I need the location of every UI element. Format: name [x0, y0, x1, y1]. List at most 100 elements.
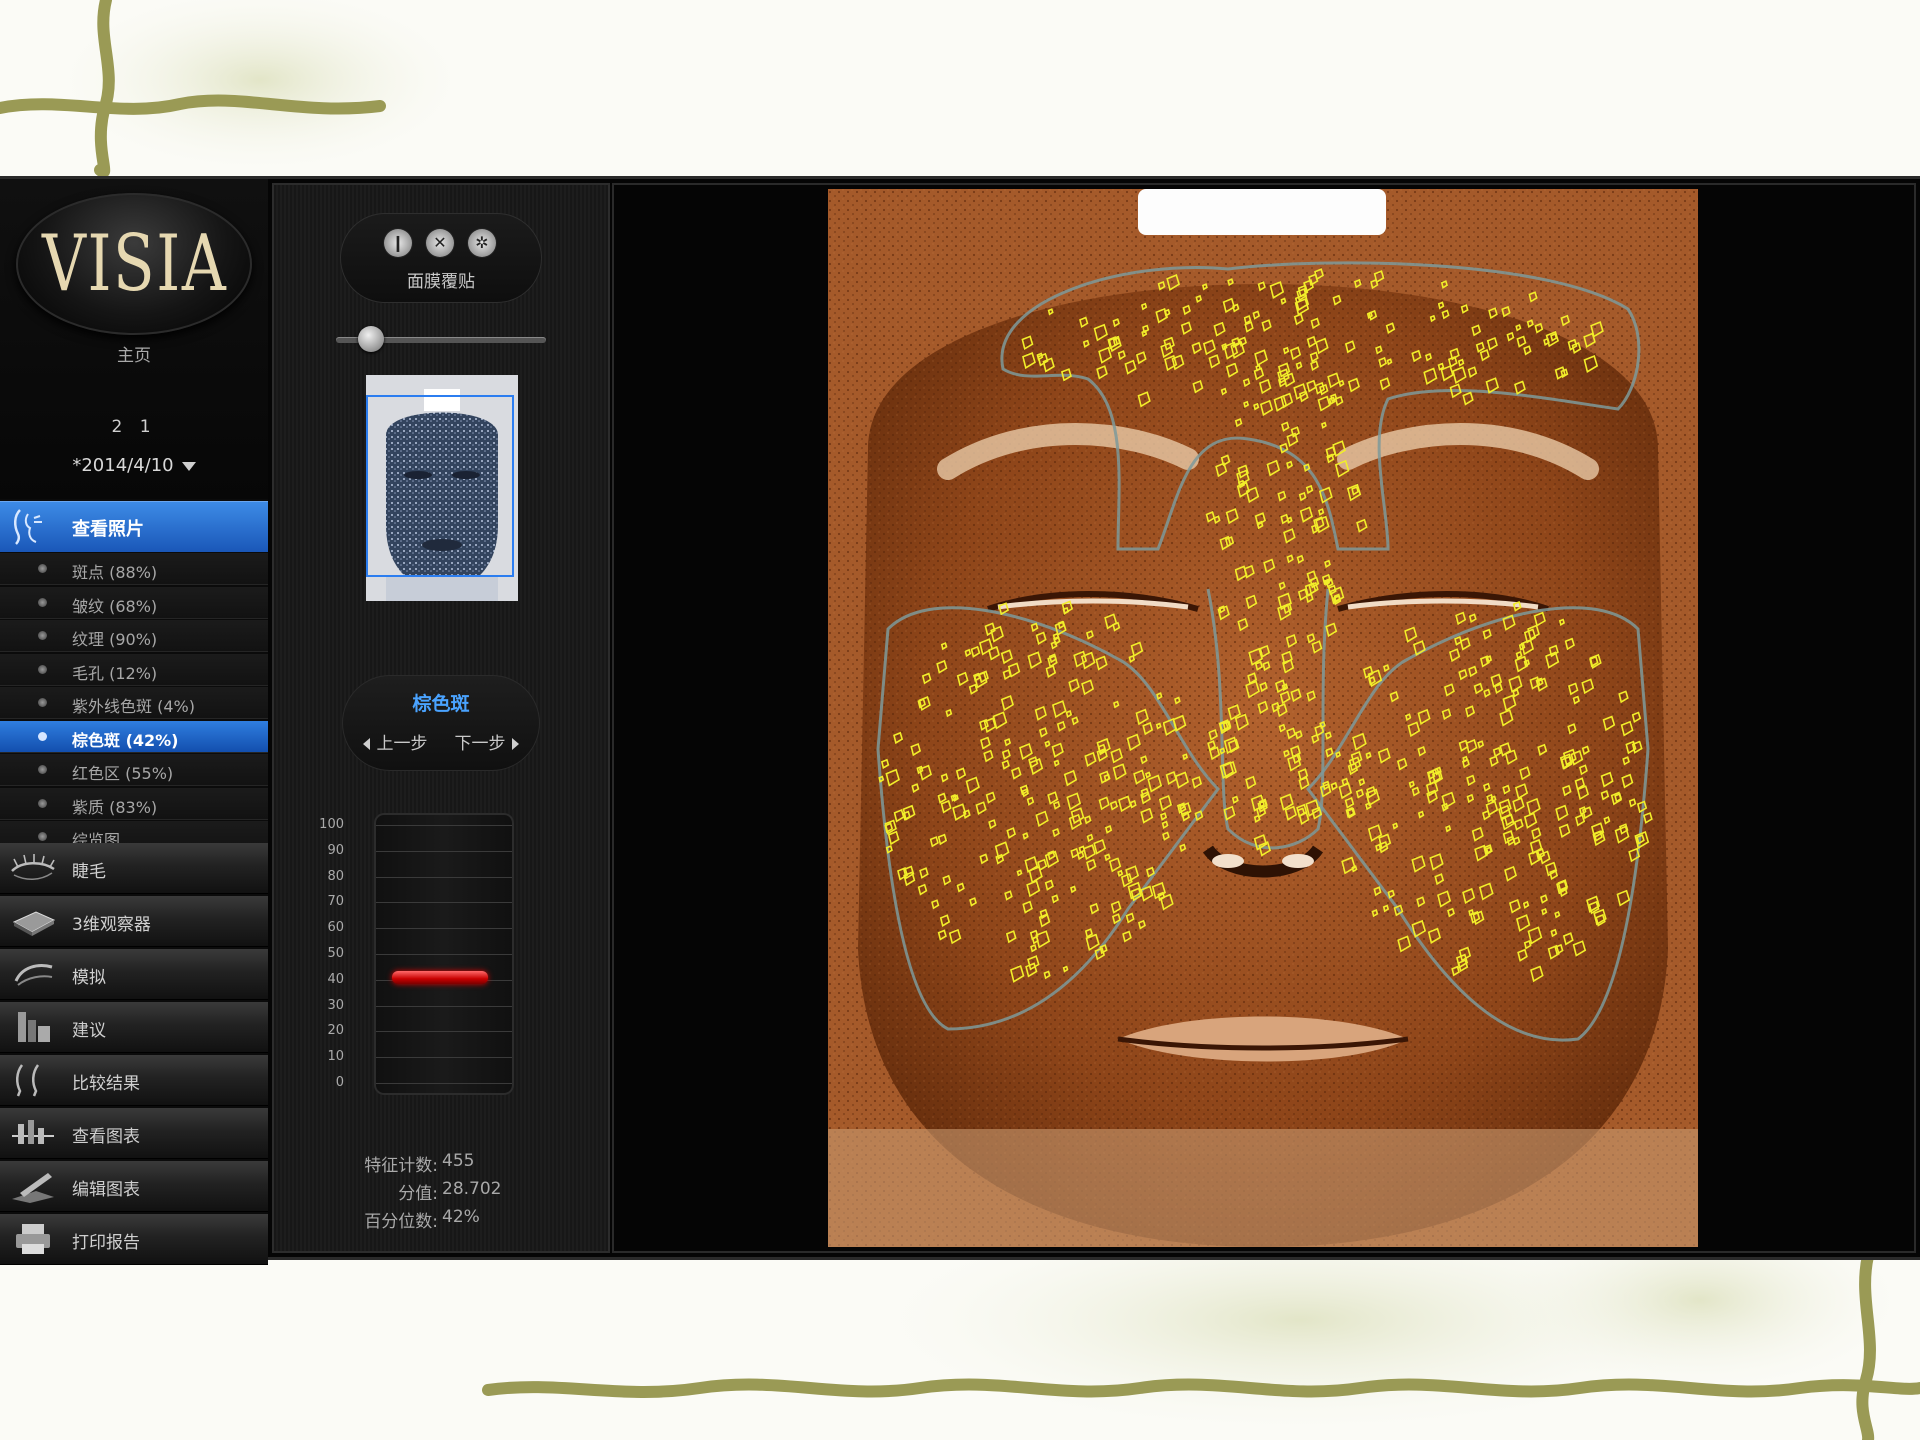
bullet-icon — [38, 832, 47, 841]
bullet-icon — [38, 564, 47, 573]
gauge-tick-label: 40 — [327, 971, 344, 987]
gauge-tick-label: 20 — [327, 1023, 344, 1039]
tool-label: 3维观察器 — [72, 915, 151, 935]
simulation-icon — [14, 964, 53, 986]
tool-edit-chart[interactable]: 编辑图表 — [0, 1161, 268, 1212]
feature-item-spots[interactable]: 斑点 (88%) — [0, 553, 268, 585]
gauge-gridline — [376, 928, 512, 930]
logo-area: VISIA 主页 2 1 *2014/4/10 — [0, 179, 268, 499]
feature-label: 棕色斑 (42%) — [72, 730, 179, 750]
previous-label: 上一步 — [376, 734, 428, 754]
chevron-down-icon — [181, 461, 196, 471]
feature-item-brown-spots[interactable]: 棕色斑 (42%) — [0, 720, 268, 753]
feature-count-row: 特征计数: 455 — [274, 1151, 608, 1179]
brown-spot-visualization — [828, 189, 1698, 1247]
face-analysis-image[interactable] — [828, 189, 1698, 1247]
feature-label: 毛孔 (12%) — [72, 663, 158, 683]
left-navigation: VISIA 主页 2 1 *2014/4/10 查看照片 斑点 (88%) 皱纹… — [0, 179, 268, 1265]
feature-item-porphyrins[interactable]: 紫质 (83%) — [0, 787, 268, 820]
mask-overlay-control: ❙ ✕ ✲ 面膜覆贴 — [340, 213, 542, 303]
bullet-icon — [38, 698, 47, 707]
gauge-tick-label: 50 — [327, 946, 344, 961]
view-chart-icon — [12, 1120, 54, 1144]
gauge-gridline — [376, 1005, 512, 1007]
printer-icon — [16, 1224, 50, 1254]
mask-clear-button[interactable]: ✕ — [426, 229, 454, 257]
score-row: 分值: 28.702 — [274, 1179, 608, 1207]
compare-icon — [16, 1064, 40, 1097]
mask-toggle-button[interactable]: ❙ — [384, 229, 412, 257]
view-photos-button[interactable]: 查看照片 — [0, 501, 268, 552]
visia-app-window: VISIA 主页 2 1 *2014/4/10 查看照片 斑点 (88%) 皱纹… — [0, 176, 1920, 1265]
feature-count-value: 455 — [442, 1151, 475, 1171]
feature-label: 斑点 (88%) — [72, 563, 158, 582]
percentile-marker — [392, 971, 488, 985]
gauge-tick-label: 10 — [327, 1049, 344, 1065]
eyelash-icon — [11, 854, 55, 880]
patient-id: 2 1 — [111, 417, 157, 437]
tool-eyelashes[interactable]: 睫毛 — [0, 843, 268, 894]
percentile-row: 百分位数: 42% — [274, 1207, 608, 1235]
feature-item-uv-spots[interactable]: 紫外线色斑 (4%) — [0, 687, 268, 719]
tool-label: 模拟 — [72, 968, 106, 988]
bullet-icon — [38, 631, 47, 640]
chevron-left-icon — [363, 738, 371, 750]
gauge-tick-label: 0 — [335, 1075, 344, 1090]
feature-count-label: 特征计数: — [364, 1156, 438, 1176]
gauge-gridline — [376, 876, 512, 878]
bullet-icon — [38, 765, 47, 774]
gauge-tick-label: 30 — [327, 997, 344, 1013]
tool-label: 睫毛 — [72, 862, 106, 882]
feature-list: 斑点 (88%) 皱纹 (68%) 纹理 (90%) 毛孔 (12%) 紫外线色… — [0, 553, 268, 855]
bullet-icon — [38, 798, 47, 808]
view-photos-label: 查看照片 — [72, 519, 144, 540]
opacity-slider-handle[interactable] — [358, 326, 384, 352]
next-button[interactable]: 下一步 — [455, 734, 519, 754]
tool-simulation[interactable]: 模拟 — [0, 949, 268, 1000]
feature-item-texture[interactable]: 纹理 (90%) — [0, 620, 268, 652]
tool-label: 查看图表 — [72, 1127, 140, 1147]
feature-navigator: 棕色斑 上一步 下一步 — [342, 675, 540, 771]
next-label: 下一步 — [454, 734, 506, 754]
visit-date-selector[interactable]: *2014/4/10 — [0, 455, 268, 476]
tool-compare-results[interactable]: 比较结果 — [0, 1055, 268, 1106]
previous-button[interactable]: 上一步 — [363, 734, 427, 754]
percentile-label: 百分位数: — [364, 1212, 438, 1232]
gauge-gridline — [376, 902, 512, 904]
recommendation-icon — [18, 1012, 50, 1042]
bullet-icon — [38, 597, 47, 607]
score-label: 分值: — [398, 1184, 438, 1204]
mask-settings-button[interactable]: ✲ — [468, 229, 496, 257]
feature-label: 纹理 (90%) — [72, 630, 158, 649]
tool-label: 打印报告 — [72, 1233, 140, 1253]
gauge-gridline — [376, 1031, 512, 1033]
gauge-gridline — [376, 850, 512, 852]
tool-recommendations[interactable]: 建议 — [0, 1002, 268, 1053]
tool-3d-viewer[interactable]: 3维观察器 — [0, 896, 268, 947]
feature-nav-row: 上一步 下一步 — [342, 729, 540, 754]
gauge-gridline — [376, 954, 512, 955]
gauge-tick-label: 60 — [327, 920, 344, 936]
edit-chart-icon — [12, 1173, 54, 1203]
home-link[interactable]: 主页 — [0, 341, 268, 366]
score-value: 28.702 — [442, 1179, 502, 1199]
visit-date-value: *2014/4/10 — [72, 455, 174, 476]
3d-viewer-icon — [12, 911, 56, 936]
percentile-value: 42% — [442, 1207, 480, 1227]
bullet-icon — [38, 664, 47, 674]
image-viewer — [612, 183, 1916, 1253]
visia-logo[interactable]: VISIA — [16, 193, 252, 335]
feature-item-red-areas[interactable]: 红色区 (55%) — [0, 754, 268, 786]
tool-label: 编辑图表 — [72, 1180, 140, 1200]
feature-item-pores[interactable]: 毛孔 (12%) — [0, 653, 268, 686]
gauge-gridline — [376, 825, 512, 826]
chevron-right-icon — [511, 738, 519, 750]
feature-label: 紫外线色斑 (4%) — [72, 697, 195, 716]
feature-item-wrinkles[interactable]: 皱纹 (68%) — [0, 586, 268, 619]
face-profile-icon — [14, 509, 42, 545]
tool-label: 建议 — [72, 1021, 106, 1041]
tool-print-report[interactable]: 打印报告 — [0, 1214, 268, 1265]
feature-label: 紫质 (83%) — [72, 797, 158, 817]
tool-view-chart[interactable]: 查看图表 — [0, 1108, 268, 1159]
current-feature-name: 棕色斑 — [412, 693, 470, 715]
